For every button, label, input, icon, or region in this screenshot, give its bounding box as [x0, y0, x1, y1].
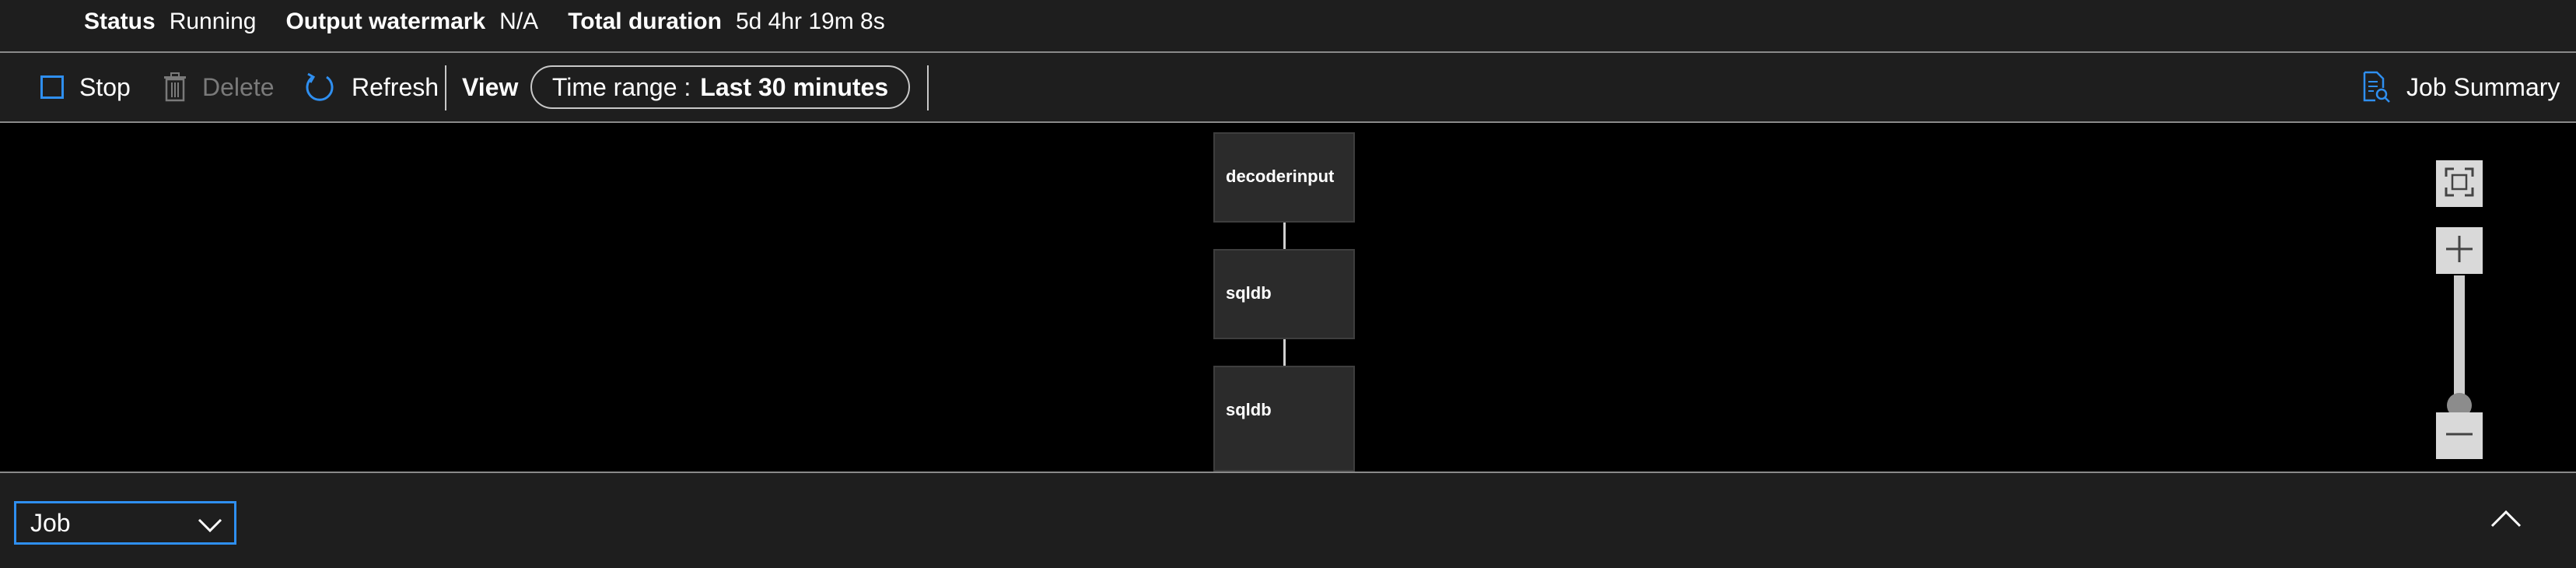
time-range-pill[interactable]: Time range : Last 30 minutes: [530, 65, 910, 109]
chevron-down-icon: [197, 513, 223, 542]
view-select-dropdown[interactable]: Job: [14, 501, 236, 545]
time-range-label: Time range :: [551, 72, 691, 101]
node-label: decoderinput: [1226, 167, 1335, 186]
fit-to-screen-button[interactable]: [2436, 160, 2483, 207]
stop-button[interactable]: Stop: [40, 53, 131, 121]
refresh-icon: [303, 71, 336, 103]
plus-icon: [2444, 233, 2475, 268]
view-label: View: [462, 72, 519, 101]
zoom-in-button[interactable]: [2436, 227, 2483, 274]
job-summary-label: Job Summary: [2406, 72, 2560, 101]
diagram-edge: [1283, 223, 1286, 249]
stop-button-label: Stop: [79, 72, 131, 101]
view-select-value: Job: [30, 508, 71, 537]
job-summary-button[interactable]: Job Summary: [2361, 53, 2560, 121]
delete-button-label: Delete: [202, 72, 275, 101]
node-label: sqldb: [1226, 283, 1272, 303]
output-watermark-label: Output watermark: [285, 9, 486, 34]
essentials-row: Status Running Output watermark N/A Tota…: [84, 6, 915, 37]
minus-icon: [2444, 419, 2475, 454]
delete-button[interactable]: Delete: [163, 53, 275, 121]
refresh-button-label: Refresh: [352, 72, 439, 101]
diagram-node-output[interactable]: sqldb: [1213, 249, 1355, 339]
job-diagram-canvas[interactable]: decoderinput sqldb sqldb: [0, 123, 2576, 472]
zoom-out-button[interactable]: [2436, 412, 2483, 459]
total-duration-label: Total duration: [568, 9, 722, 34]
collapse-panel-button[interactable]: [2489, 507, 2523, 535]
toolbar-divider: [445, 65, 446, 110]
trash-icon: [163, 72, 187, 102]
bottom-panel-bar: Job: [0, 472, 2576, 568]
chevron-up-icon: [2489, 510, 2523, 534]
toolbar-divider: [927, 65, 929, 110]
status-value: Running: [169, 9, 257, 34]
output-watermark-value: N/A: [499, 9, 539, 34]
node-label: sqldb: [1226, 400, 1272, 419]
essentials-bar: Status Running Output watermark N/A Tota…: [0, 0, 2576, 53]
diagram-node-output[interactable]: sqldb: [1213, 366, 1355, 472]
document-search-icon: [2361, 71, 2391, 103]
fit-to-screen-icon: [2445, 167, 2474, 201]
diagram-edge: [1283, 339, 1286, 366]
refresh-button[interactable]: Refresh: [303, 53, 439, 121]
total-duration-value: 5d 4hr 19m 8s: [735, 9, 885, 34]
time-range-value: Last 30 minutes: [700, 72, 889, 101]
diagram-node-input[interactable]: decoderinput: [1213, 132, 1355, 223]
stop-icon: [40, 75, 64, 99]
command-toolbar: Stop Delete Refresh View Time range : La…: [0, 53, 2576, 123]
status-label: Status: [84, 9, 156, 34]
